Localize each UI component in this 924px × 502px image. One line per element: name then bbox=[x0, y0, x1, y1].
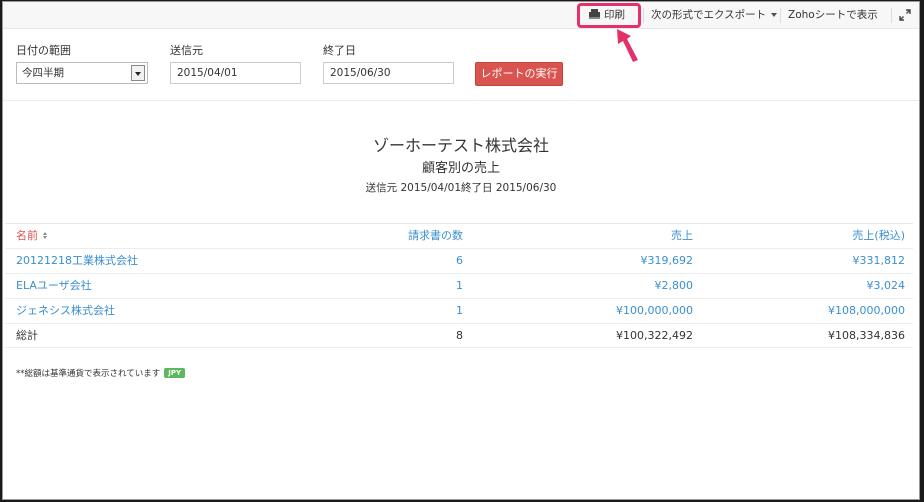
invoice-count-link[interactable]: 1 bbox=[456, 299, 463, 323]
export-label: 次の形式でエクスポート bbox=[651, 9, 767, 21]
table-row: ELAユーザ会社 1 ¥2,800 ¥3,024 bbox=[5, 273, 913, 298]
total-sales: ¥100,322,492 bbox=[616, 329, 693, 342]
toolbar-divider bbox=[891, 8, 892, 23]
table-row: 20121218工業株式会社 6 ¥319,692 ¥331,812 bbox=[5, 248, 913, 273]
run-report-button[interactable]: レポートの実行 bbox=[475, 62, 563, 86]
customer-link[interactable]: ELAユーザ会社 bbox=[16, 274, 92, 298]
customer-link[interactable]: 20121218工業株式会社 bbox=[16, 249, 138, 273]
to-date-label: 終了日 bbox=[323, 44, 356, 57]
table-row: ジェネシス株式会社 1 ¥100,000,000 ¥108,000,000 bbox=[5, 298, 913, 323]
export-menu-button[interactable]: 次の形式でエクスポート bbox=[651, 5, 778, 26]
to-date-input[interactable]: 2015/06/30 bbox=[323, 62, 454, 84]
report-toolbar: 印刷 次の形式でエクスポート Zohoシートで表示 bbox=[3, 2, 919, 29]
sort-icon[interactable] bbox=[43, 232, 48, 239]
currency-badge: JPY bbox=[164, 368, 186, 378]
toolbar-divider bbox=[643, 8, 644, 23]
sales-link[interactable]: ¥2,800 bbox=[655, 274, 694, 298]
print-highlight-box bbox=[577, 3, 641, 28]
toolbar-divider bbox=[780, 8, 781, 23]
company-name: ゾーホーテスト株式会社 bbox=[372, 136, 549, 155]
column-header-invoice-count[interactable]: 請求書の数 bbox=[408, 224, 463, 248]
total-sales-tax: ¥108,334,836 bbox=[828, 329, 905, 342]
total-label: 総計 bbox=[16, 329, 38, 342]
date-range-select[interactable]: 今四半期 bbox=[16, 62, 148, 84]
expand-icon bbox=[899, 9, 911, 21]
report-title: 顧客別の売上 bbox=[421, 161, 500, 176]
sales-table: 名前 請求書の数 売上 売上(税込) 20121218工業株式会社 6 ¥319… bbox=[5, 223, 913, 348]
filter-bar: 日付の範囲 今四半期 送信元 2015/04/01 終了日 2015/06/30… bbox=[3, 29, 919, 101]
expand-button[interactable] bbox=[899, 5, 913, 26]
customer-link[interactable]: ジェネシス株式会社 bbox=[16, 299, 115, 323]
currency-note-text: **総額は基準通貨で表示されています bbox=[16, 369, 161, 379]
total-count: 8 bbox=[456, 329, 463, 342]
column-header-sales[interactable]: 売上 bbox=[671, 224, 693, 248]
column-header-name[interactable]: 名前 bbox=[16, 224, 48, 248]
sales-link[interactable]: ¥319,692 bbox=[641, 249, 694, 273]
report-date-range: 送信元 2015/04/01終了日 2015/06/30 bbox=[365, 182, 557, 194]
date-range-label: 日付の範囲 bbox=[16, 44, 71, 57]
from-date-label: 送信元 bbox=[170, 44, 203, 57]
table-header-row: 名前 請求書の数 売上 売上(税込) bbox=[5, 223, 913, 248]
sales-tax-link[interactable]: ¥331,812 bbox=[853, 249, 906, 273]
currency-note: **総額は基準通貨で表示されています JPY bbox=[16, 367, 186, 379]
report-window: 印刷 次の形式でエクスポート Zohoシートで表示 日付の範囲 今四半期 送信元… bbox=[2, 1, 920, 500]
sales-tax-link[interactable]: ¥3,024 bbox=[867, 274, 906, 298]
caret-down-icon bbox=[771, 13, 778, 17]
sales-link[interactable]: ¥100,000,000 bbox=[616, 299, 693, 323]
invoice-count-link[interactable]: 1 bbox=[456, 274, 463, 298]
column-header-name-label: 名前 bbox=[16, 229, 38, 242]
table-total-row: 総計 8 ¥100,322,492 ¥108,334,836 bbox=[5, 323, 913, 348]
from-date-input[interactable]: 2015/04/01 bbox=[170, 62, 301, 84]
date-range-value: 今四半期 bbox=[22, 67, 64, 79]
invoice-count-link[interactable]: 6 bbox=[456, 249, 463, 273]
dropdown-arrow-icon[interactable] bbox=[131, 65, 145, 81]
sales-tax-link[interactable]: ¥108,000,000 bbox=[828, 299, 905, 323]
column-header-sales-tax[interactable]: 売上(税込) bbox=[852, 224, 905, 248]
view-in-zoho-sheet-button[interactable]: Zohoシートで表示 bbox=[788, 5, 878, 26]
